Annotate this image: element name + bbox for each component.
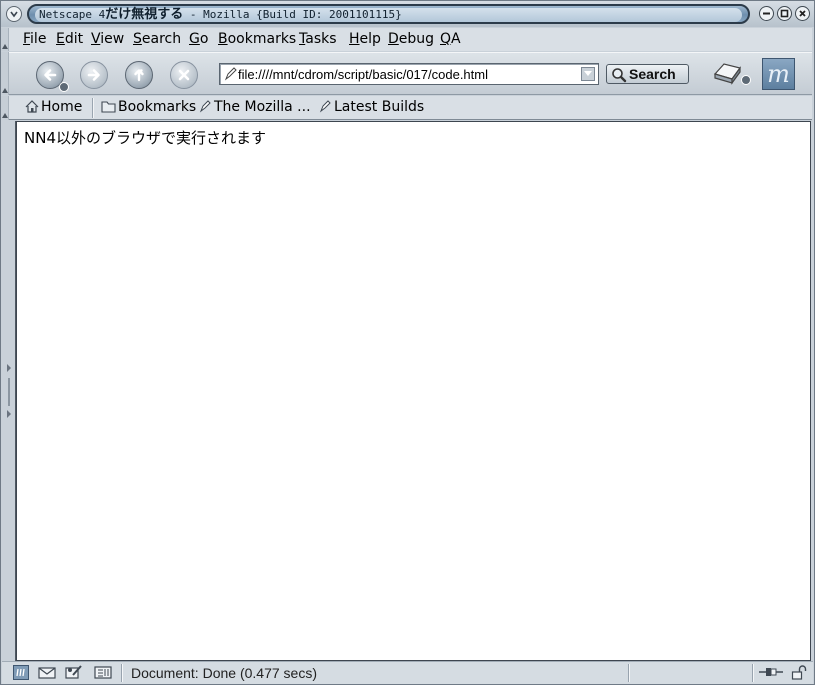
minimize-icon — [763, 12, 770, 15]
online-plug-icon[interactable] — [758, 665, 784, 679]
sidebar-splitter[interactable] — [2, 121, 16, 661]
forward-arrow-icon — [87, 69, 100, 81]
chevron-down-icon — [584, 71, 592, 76]
bookmark-icon — [319, 100, 331, 113]
browser-window: Netscape 4だけ無視する - Mozilla {Build ID: 20… — [0, 0, 815, 685]
stop-button[interactable] — [170, 61, 198, 89]
toolbar-separator — [92, 98, 94, 118]
splitter-grippy-icon — [7, 364, 11, 418]
back-dropdown-button[interactable] — [59, 82, 69, 92]
forward-button[interactable] — [80, 61, 108, 89]
content-area: NN4以外のブラウザで実行されます — [16, 121, 811, 661]
url-history-dropdown[interactable] — [581, 67, 595, 81]
mozilla-throbber[interactable]: m — [762, 58, 795, 90]
status-separator — [628, 664, 630, 682]
maximize-icon — [780, 9, 789, 18]
menubar-grip[interactable] — [1, 28, 9, 51]
page-proxy-icon — [224, 67, 237, 81]
status-separator — [752, 664, 754, 682]
address-book-icon[interactable] — [94, 665, 112, 680]
menu-debug[interactable]: Debug — [388, 31, 434, 48]
menu-bookmarks[interactable]: Bookmarks — [218, 31, 296, 48]
url-bar[interactable]: file:////mnt/cdrom/script/basic/017/code… — [219, 63, 599, 85]
security-lock-icon[interactable] — [791, 665, 807, 680]
search-icon — [612, 68, 627, 83]
composer-icon[interactable] — [65, 665, 83, 680]
personal-toolbar-grip[interactable] — [1, 96, 9, 120]
navigation-toolbar: file:////mnt/cdrom/script/basic/017/code… — [9, 52, 812, 95]
menu-view[interactable]: View — [91, 31, 124, 48]
status-bar: Document: Done (0.477 secs) — [2, 661, 813, 684]
home-button[interactable]: Home — [25, 99, 82, 116]
status-text: Document: Done (0.477 secs) — [131, 665, 317, 681]
menu-file[interactable]: File — [23, 31, 46, 48]
print-icon[interactable] — [712, 60, 754, 88]
page-text: NN4以外のブラウザで実行されます — [24, 129, 266, 147]
url-text: file:////mnt/cdrom/script/basic/017/code… — [238, 67, 488, 82]
maximize-button[interactable] — [777, 6, 792, 21]
grip-triangle-icon — [2, 88, 8, 93]
close-button[interactable] — [795, 6, 810, 21]
menu-tasks[interactable]: Tasks — [299, 31, 337, 48]
search-button[interactable]: Search — [606, 64, 689, 84]
navigator-icon[interactable] — [13, 665, 29, 680]
minimize-button[interactable] — [759, 6, 774, 21]
folder-icon — [101, 101, 116, 113]
menu-qa[interactable]: QA — [440, 31, 461, 48]
bookmark-latest-builds[interactable]: Latest Builds — [319, 99, 424, 116]
grip-triangle-icon — [2, 113, 8, 118]
menu-edit[interactable]: Edit — [56, 31, 83, 48]
menu-bar: File Edit View Search Go Bookmarks Tasks… — [9, 28, 812, 51]
title-pill: Netscape 4だけ無視する - Mozilla {Build ID: 20… — [27, 4, 750, 24]
window-title: Netscape 4だけ無視する - Mozilla {Build ID: 20… — [39, 7, 402, 22]
status-separator — [121, 664, 123, 682]
grip-triangle-icon — [2, 44, 8, 49]
reload-button[interactable] — [125, 61, 153, 89]
bookmark-the-mozilla[interactable]: The Mozilla ... — [199, 99, 311, 116]
home-icon — [25, 100, 39, 113]
bookmarks-button[interactable]: Bookmarks — [101, 99, 196, 116]
navbar-grip[interactable] — [1, 52, 9, 95]
window-menu-button[interactable] — [6, 6, 22, 22]
bookmark-icon — [199, 100, 211, 113]
mail-icon[interactable] — [38, 665, 56, 680]
personal-toolbar: Home Bookmarks The Mozilla ... Latest Bu… — [9, 96, 812, 120]
menu-help[interactable]: Help — [349, 31, 381, 48]
menu-search[interactable]: Search — [133, 31, 181, 48]
menu-go[interactable]: Go — [189, 31, 208, 48]
title-bar[interactable]: Netscape 4だけ無視する - Mozilla {Build ID: 20… — [1, 1, 814, 27]
stop-icon — [178, 69, 190, 81]
back-arrow-icon — [44, 69, 57, 81]
close-icon — [799, 10, 806, 17]
reload-icon — [134, 69, 144, 82]
window-menu-icon — [10, 11, 18, 18]
